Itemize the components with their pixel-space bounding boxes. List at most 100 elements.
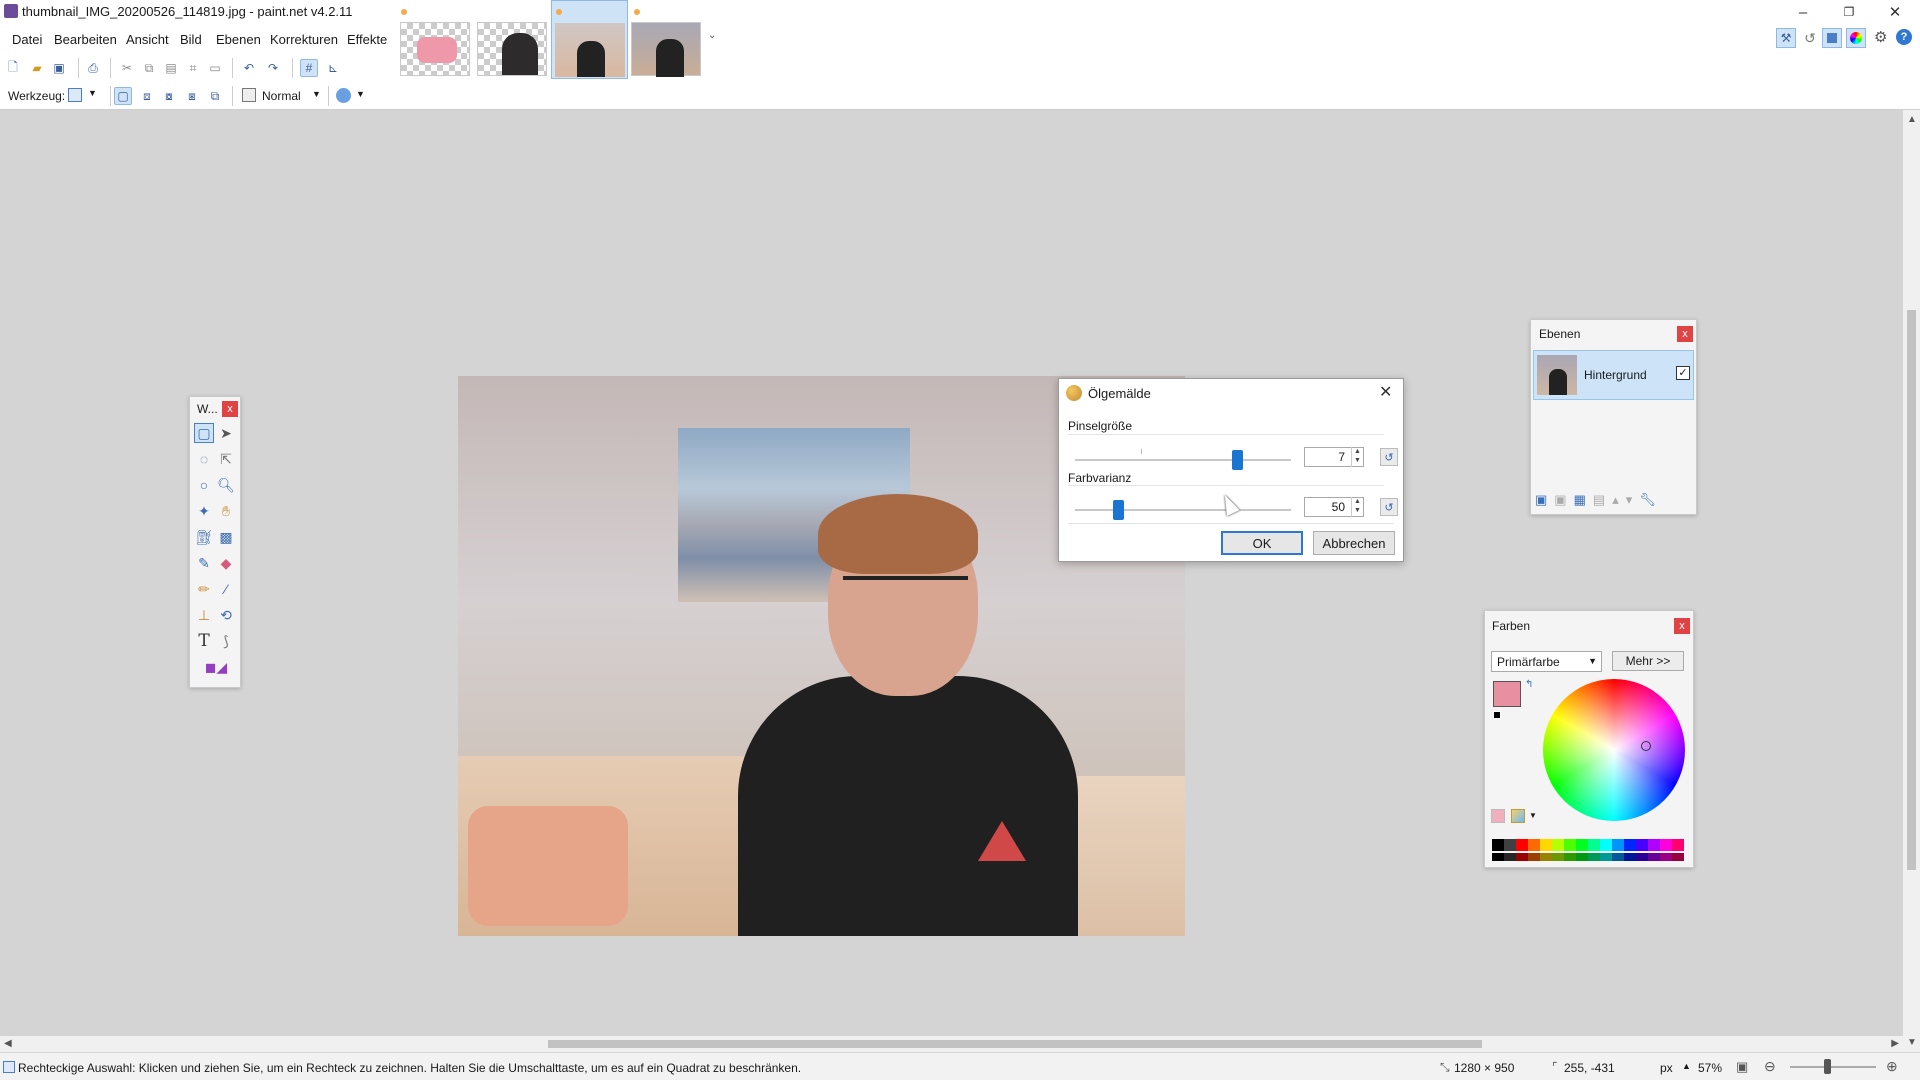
selection-union-icon[interactable]: ⧈ bbox=[138, 87, 156, 105]
recolor-tool-icon[interactable]: ⟲ bbox=[216, 605, 236, 625]
vertical-scroll-thumb[interactable] bbox=[1907, 310, 1916, 870]
layers-window-close-button[interactable]: x bbox=[1677, 326, 1693, 342]
palette-swatch[interactable] bbox=[1660, 839, 1672, 851]
ellipse-select-tool-icon[interactable]: ○ bbox=[194, 475, 214, 495]
dialog-close-button[interactable]: ✕ bbox=[1379, 382, 1392, 402]
palette-swatch[interactable] bbox=[1540, 839, 1552, 851]
undo-icon[interactable]: ↶ bbox=[240, 59, 258, 77]
duplicate-layer-icon[interactable]: ▦ bbox=[1574, 492, 1593, 507]
add-to-palette-icon[interactable] bbox=[1491, 809, 1505, 823]
image-tab-4[interactable] bbox=[631, 22, 701, 77]
open-folder-icon[interactable]: ▰ bbox=[28, 59, 46, 77]
cut-icon[interactable]: ✂ bbox=[118, 59, 136, 77]
palette-swatch-dark[interactable] bbox=[1600, 853, 1612, 861]
menu-korrekturen[interactable]: Korrekturen bbox=[270, 32, 338, 47]
palette-swatch[interactable] bbox=[1636, 839, 1648, 851]
swap-colors-icon[interactable]: ↰ bbox=[1525, 679, 1533, 690]
zoom-in-icon[interactable]: ⊕ bbox=[1886, 1058, 1898, 1075]
clone-stamp-tool-icon[interactable]: ⊥ bbox=[194, 605, 214, 625]
brush-size-spinner[interactable]: ▲ ▼ bbox=[1351, 447, 1363, 467]
gradient-tool-icon[interactable]: ▩ bbox=[216, 527, 236, 547]
save-icon[interactable]: ▣ bbox=[50, 59, 68, 77]
delete-layer-icon[interactable]: ▣ bbox=[1554, 492, 1573, 507]
brush-size-slider-thumb[interactable] bbox=[1232, 450, 1243, 470]
palette-dropdown-arrow-icon[interactable]: ▼ bbox=[1529, 811, 1537, 820]
tools-window-close-button[interactable]: x bbox=[222, 401, 238, 417]
pan-tool-icon[interactable]: ✋︎ bbox=[216, 501, 236, 521]
redo-icon[interactable]: ↷ bbox=[264, 59, 282, 77]
close-window-button[interactable]: ✕ bbox=[1872, 0, 1918, 24]
palette-swatch[interactable] bbox=[1600, 839, 1612, 851]
layer-visibility-checkbox[interactable]: ✓ bbox=[1676, 366, 1690, 380]
scroll-up-arrow-icon[interactable]: ▲ bbox=[1907, 114, 1917, 125]
zoom-slider-track[interactable] bbox=[1790, 1066, 1876, 1068]
palette-swatch[interactable] bbox=[1576, 839, 1588, 851]
palette-swatch[interactable] bbox=[1504, 839, 1516, 851]
rectangle-select-tool-icon[interactable] bbox=[68, 88, 82, 102]
paste-icon[interactable]: ▤ bbox=[162, 59, 180, 77]
layers-window-toggle-icon[interactable] bbox=[1822, 28, 1842, 48]
maximize-button[interactable]: ❐ bbox=[1826, 0, 1872, 24]
palette-swatch[interactable] bbox=[1528, 839, 1540, 851]
rectangle-select-tool-icon[interactable]: ▢ bbox=[194, 423, 214, 443]
vertical-scrollbar[interactable]: ▲ ▼ bbox=[1903, 110, 1920, 1052]
settings-gear-icon[interactable]: ⚙ bbox=[1874, 28, 1887, 46]
paintbrush-tool-icon[interactable]: ✎ bbox=[194, 553, 214, 573]
selection-mode-icon[interactable] bbox=[242, 88, 256, 102]
palette-swatch-dark[interactable] bbox=[1516, 853, 1528, 861]
more-images-chevron-icon[interactable]: ⌄ bbox=[708, 30, 716, 41]
menu-effekte[interactable]: Effekte bbox=[347, 32, 387, 47]
move-layer-down-icon[interactable]: ▾ bbox=[1626, 492, 1640, 507]
selection-exclude-icon[interactable]: ⧇ bbox=[160, 87, 178, 105]
palette-swatch[interactable] bbox=[1648, 839, 1660, 851]
move-layer-up-icon[interactable]: ▴ bbox=[1612, 492, 1626, 507]
scroll-down-arrow-icon[interactable]: ▼ bbox=[1907, 1037, 1917, 1048]
reset-colors-icon[interactable] bbox=[1493, 711, 1501, 719]
palette-swatch[interactable] bbox=[1672, 839, 1684, 851]
menu-datei[interactable]: Datei bbox=[12, 32, 42, 47]
new-file-icon[interactable]: 🗋 bbox=[4, 59, 22, 77]
primary-color-swatch[interactable] bbox=[1493, 681, 1521, 707]
palette-swatch[interactable] bbox=[1552, 839, 1564, 851]
palette-swatch[interactable] bbox=[1564, 839, 1576, 851]
antialias-icon[interactable] bbox=[336, 88, 351, 103]
palette-swatch-dark[interactable] bbox=[1660, 853, 1672, 861]
antialias-dropdown-arrow-icon[interactable]: ▼ bbox=[356, 89, 365, 99]
line-curve-tool-icon[interactable]: ⟆ bbox=[216, 631, 236, 651]
zoom-tool-icon[interactable]: 🔍︎ bbox=[216, 475, 236, 495]
palette-swatch-dark[interactable] bbox=[1648, 853, 1660, 861]
palette-swatch-dark[interactable] bbox=[1612, 853, 1624, 861]
layer-item-hintergrund[interactable]: Hintergrund ✓ bbox=[1533, 350, 1694, 400]
layer-properties-icon[interactable]: 🔧︎ bbox=[1639, 492, 1663, 507]
move-selected-tool-icon[interactable]: ➤ bbox=[216, 423, 236, 443]
image-tab-2[interactable] bbox=[477, 22, 547, 76]
color-variance-spinner[interactable]: ▲ ▼ bbox=[1351, 497, 1363, 517]
tools-window-toggle-icon[interactable]: ⚒ bbox=[1776, 28, 1796, 48]
more-button[interactable]: Mehr >> bbox=[1612, 651, 1684, 671]
color-wheel-picker[interactable] bbox=[1641, 741, 1651, 751]
copy-icon[interactable]: ⧉ bbox=[140, 59, 158, 77]
palette-swatch[interactable] bbox=[1588, 839, 1600, 851]
horizontal-scrollbar[interactable]: ◀ ▶ bbox=[0, 1036, 1903, 1052]
eraser-tool-icon[interactable]: ◆ bbox=[216, 553, 236, 573]
color-variance-reset-icon[interactable]: ↺ bbox=[1380, 498, 1398, 516]
palette-swatch-dark[interactable] bbox=[1624, 853, 1636, 861]
menu-ansicht[interactable]: Ansicht bbox=[126, 32, 169, 47]
crop-icon[interactable]: ⌗ bbox=[184, 59, 202, 77]
merge-layer-icon[interactable]: ▤ bbox=[1593, 492, 1612, 507]
palette-swatch-dark[interactable] bbox=[1492, 853, 1504, 861]
blend-mode-select[interactable]: Normal bbox=[262, 89, 301, 103]
menu-bild[interactable]: Bild bbox=[180, 32, 202, 47]
color-picker-tool-icon[interactable]: ⁄ bbox=[216, 579, 236, 599]
shapes-tool-icon[interactable]: ◼◢ bbox=[198, 657, 234, 677]
color-variance-slider[interactable] bbox=[1075, 497, 1291, 523]
palette-swatch-dark[interactable] bbox=[1564, 853, 1576, 861]
help-icon[interactable]: ? bbox=[1896, 29, 1912, 45]
brush-size-reset-icon[interactable]: ↺ bbox=[1380, 448, 1398, 466]
magic-wand-tool-icon[interactable]: ✦ bbox=[194, 501, 214, 521]
zoom-out-icon[interactable]: ⊖ bbox=[1764, 1058, 1776, 1075]
pencil-tool-icon[interactable]: ✏︎ bbox=[194, 579, 214, 599]
image-tab-3-selected[interactable] bbox=[551, 0, 628, 79]
selection-invert-icon[interactable]: ⧉ bbox=[206, 87, 224, 105]
color-mode-select[interactable]: Primärfarbe ▼ bbox=[1491, 651, 1602, 672]
